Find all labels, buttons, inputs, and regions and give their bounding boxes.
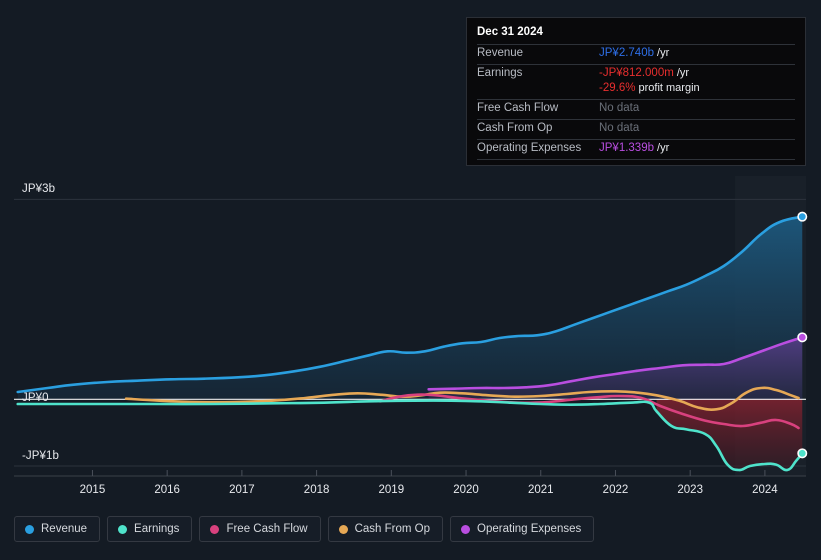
legend-item-label: Free Cash Flow (226, 523, 308, 535)
legend-color-dot-icon (25, 524, 34, 534)
legend-item-label: Operating Expenses (477, 523, 582, 535)
data-tooltip: Dec 31 2024 Revenue JP¥2.740b /yr Earnings… (466, 17, 806, 166)
tooltip-rows: Revenue JP¥2.740b /yr Earnings -JP¥812.000m… (477, 44, 795, 159)
x-tick-label: 2023 (677, 484, 703, 496)
x-tick-label: 2017 (229, 484, 255, 496)
y-tick-label: JP¥3b (22, 183, 56, 196)
x-tick-label: 2019 (378, 484, 405, 496)
legend-color-dot-icon (118, 524, 128, 534)
financial-chart-widget: JP¥3b JP¥0 -JP¥1b 2015 2016 2017 2018 2019 2020… (0, 0, 821, 560)
y-tick-label: JP¥0 (22, 392, 49, 405)
legend-color-dot-icon (210, 524, 220, 534)
tooltip-row-value: No data (599, 102, 640, 114)
legend-color-dot-icon (461, 524, 471, 534)
tooltip-row-value: JP¥1.339b /yr (599, 142, 670, 154)
legend-item-free-cash-flow[interactable]: Free Cash Flow (199, 516, 321, 542)
tooltip-row-label: Operating Expenses (477, 142, 582, 154)
tooltip-row-value: No data (599, 122, 640, 134)
tooltip-row: Cash From Op No data (477, 119, 795, 139)
x-tick-label: 2022 (602, 484, 629, 496)
x-tick-label: 2015 (79, 484, 106, 496)
x-tick-label: 2021 (527, 484, 554, 496)
chart-legend[interactable]: Revenue Earnings Free Cash Flow Cash From O… (14, 516, 595, 542)
tooltip-row-label: Revenue (477, 47, 524, 59)
tooltip-row: Operating Expenses JP¥1.339b /yr (477, 139, 795, 159)
legend-item-revenue[interactable]: Revenue (14, 516, 101, 542)
tooltip-row-value: -JP¥812.000m /yr (599, 67, 690, 79)
legend-item-label: Revenue (41, 523, 88, 535)
x-tick-label: 2020 (453, 484, 479, 496)
legend-color-dot-icon (338, 524, 348, 534)
legend-item-operating-expenses[interactable]: Operating Expenses (450, 516, 595, 542)
tooltip-row: Revenue JP¥2.740b /yr (477, 44, 795, 64)
tooltip-row: Earnings -JP¥812.000m /yr (477, 64, 795, 84)
x-tick-label: 2018 (303, 484, 330, 496)
tooltip-row-value: JP¥2.740b /yr (599, 47, 670, 59)
tooltip-row-label: Free Cash Flow (477, 102, 559, 114)
x-tick-label: 2016 (154, 484, 180, 496)
legend-item-earnings[interactable]: Earnings (107, 516, 193, 542)
tooltip-row-label: Cash From Op (477, 122, 553, 134)
tooltip-bottom-rule (477, 159, 795, 160)
x-tick-label: 2024 (752, 484, 778, 496)
tooltip-row-label: Earnings (477, 67, 523, 79)
legend-item-label: Earnings (134, 523, 180, 535)
tooltip-row: -29.6% profit margin (477, 82, 795, 99)
legend-item-label: Cash From Op (354, 523, 431, 535)
legend-item-cash-from-op[interactable]: Cash From Op (327, 516, 444, 542)
tooltip-date: Dec 31 2024 (477, 26, 543, 38)
tooltip-row-value: -29.6% profit margin (599, 82, 700, 94)
y-tick-label: -JP¥1b (22, 450, 60, 462)
tooltip-row: Free Cash Flow No data (477, 99, 795, 119)
